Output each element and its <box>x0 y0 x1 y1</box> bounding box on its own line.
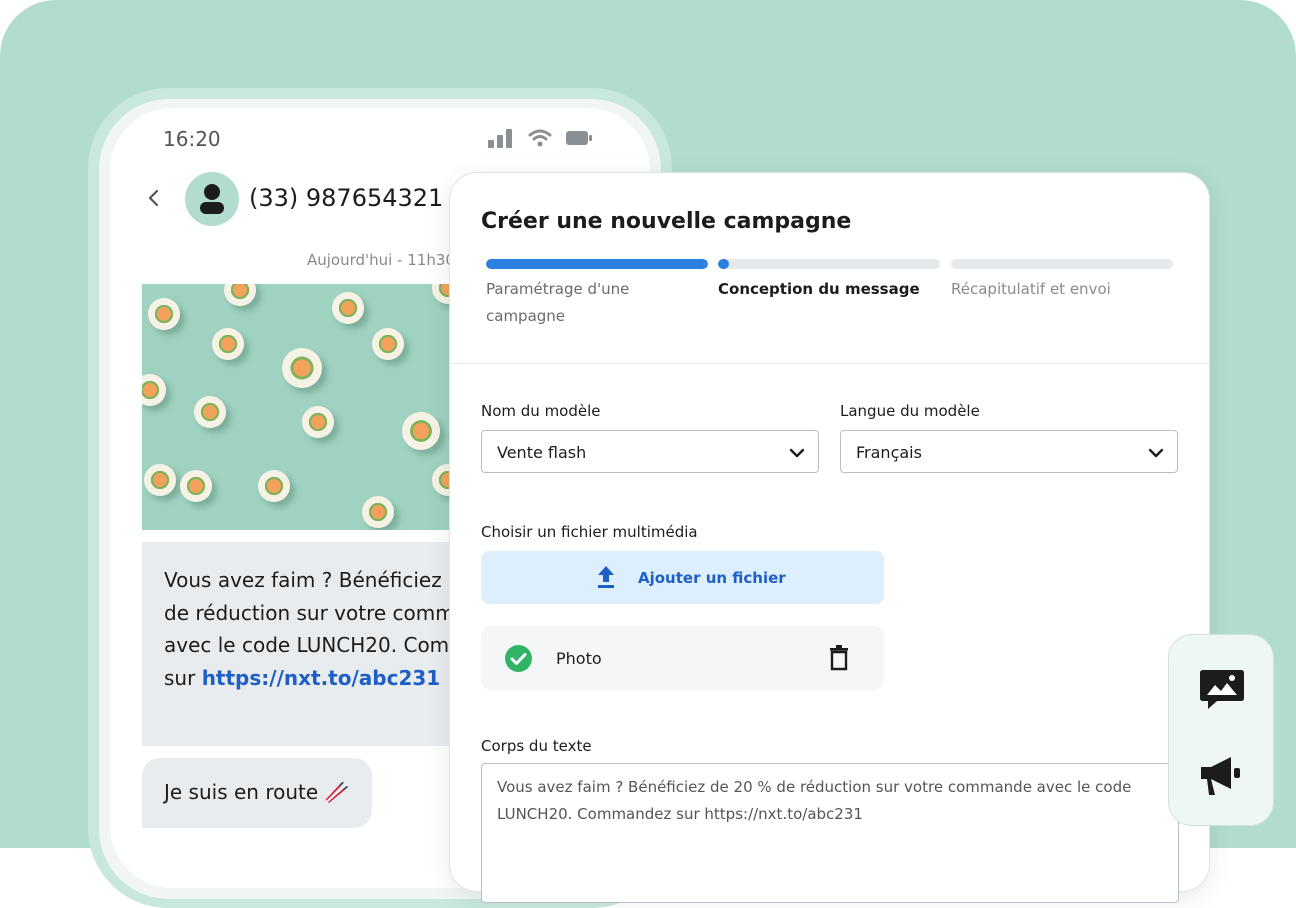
megaphone-icon[interactable] <box>1199 755 1245 797</box>
back-icon[interactable] <box>144 188 164 208</box>
template-name-select[interactable]: Vente flash <box>481 430 819 473</box>
upload-icon <box>598 566 614 588</box>
chat-date: Aujourd'hui - 11h30 <box>307 251 455 269</box>
template-lang-label: Langue du modèle <box>840 402 980 420</box>
reply-bubble: Je suis en route 🥢 <box>142 758 372 828</box>
step-1-fill <box>486 259 708 269</box>
template-lang-select[interactable]: Français <box>840 430 1178 473</box>
message-link[interactable]: https://nxt.to/abc231 <box>202 666 441 690</box>
upload-file-label: Ajouter un fichier <box>638 569 786 587</box>
upload-file-button[interactable]: Ajouter un fichier <box>481 551 884 604</box>
template-name-value: Vente flash <box>497 443 587 462</box>
avatar <box>185 172 239 226</box>
step-1-bar <box>486 259 708 269</box>
step-3-label[interactable]: Récapitulatif et envoi <box>951 276 1173 303</box>
reply-text: Je suis en route 🥢 <box>164 780 350 804</box>
panel-divider <box>450 363 1209 364</box>
template-lang-value: Français <box>856 443 922 462</box>
body-label: Corps du texte <box>481 737 592 755</box>
panel-title: Créer une nouvelle campagne <box>481 209 852 234</box>
channel-widget <box>1168 634 1274 826</box>
wifi-icon <box>528 129 552 147</box>
body-textarea[interactable]: Vous avez faim ? Bénéficiez de 20 % de r… <box>481 763 1179 903</box>
uploaded-file-name: Photo <box>556 649 602 668</box>
step-1-label[interactable]: Paramétrage d'une campagne <box>486 276 676 330</box>
template-name-label: Nom du modèle <box>481 402 601 420</box>
image-message-icon[interactable] <box>1199 668 1245 712</box>
status-icons <box>488 128 592 148</box>
chevron-down-icon <box>789 448 805 458</box>
step-3-bar <box>951 259 1173 269</box>
chevron-down-icon <box>1148 448 1164 458</box>
uploaded-file-row: Photo <box>481 626 884 690</box>
step-2-label[interactable]: Conception du message <box>718 276 940 303</box>
trash-icon[interactable] <box>829 645 849 671</box>
contact-number: (33) 987654321 <box>249 184 444 212</box>
step-2-fill <box>718 259 730 269</box>
status-time: 16:20 <box>163 127 221 151</box>
campaign-panel: Créer une nouvelle campagne Paramétrage … <box>449 172 1210 903</box>
battery-icon <box>566 131 592 145</box>
media-label: Choisir un fichier multimédia <box>481 523 698 541</box>
step-2-bar <box>718 259 940 269</box>
signal-icon <box>488 129 512 148</box>
check-circle-icon <box>505 645 532 672</box>
